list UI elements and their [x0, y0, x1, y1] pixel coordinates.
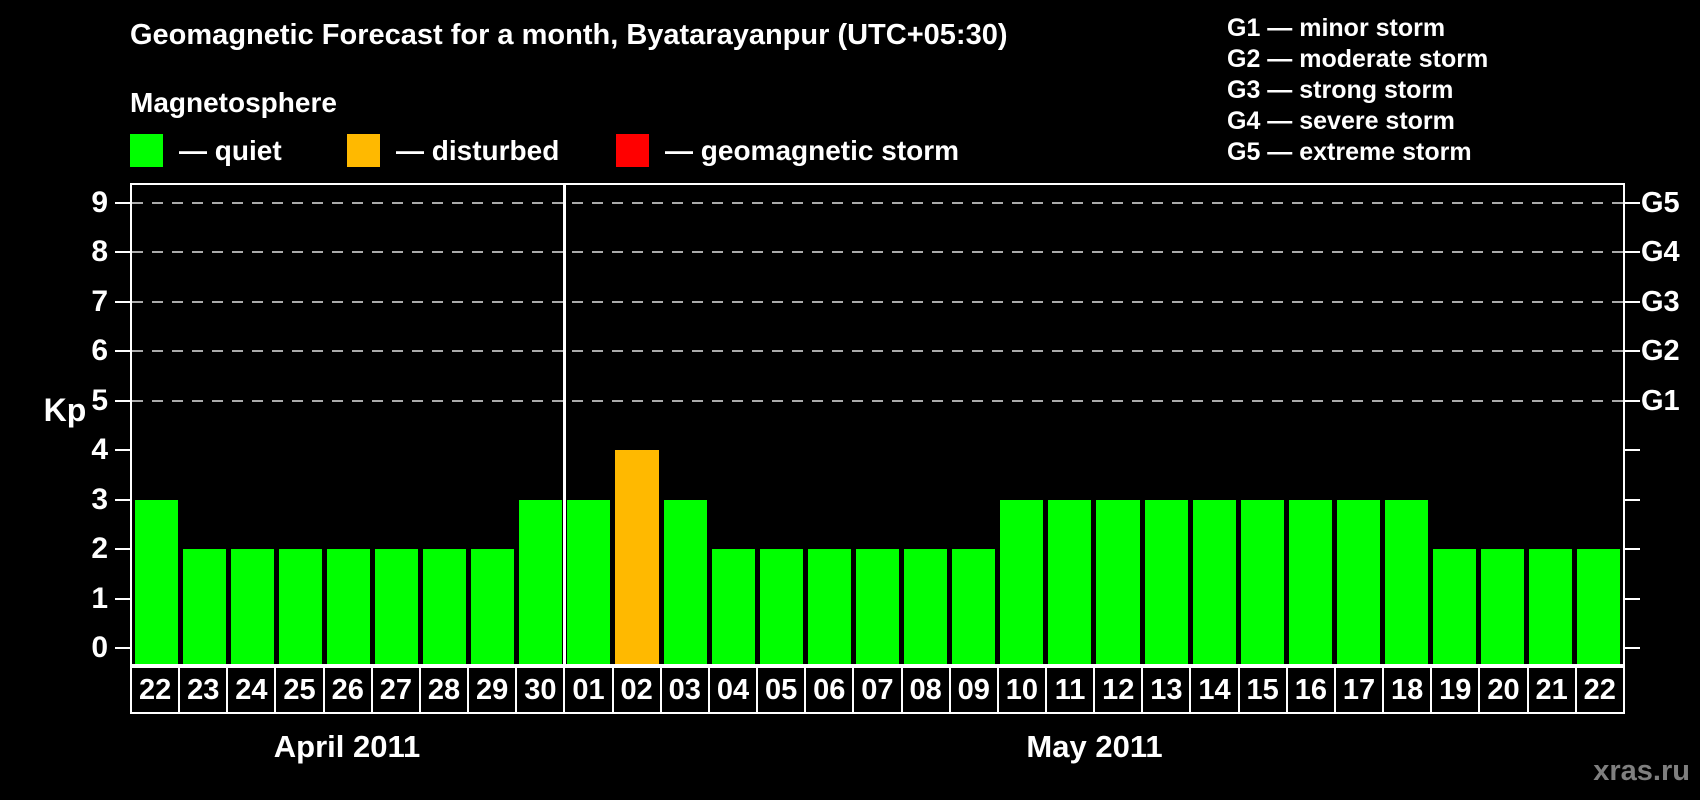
date-label: 10 — [996, 666, 1047, 714]
date-label: 14 — [1189, 666, 1240, 714]
date-label: 22 — [1574, 666, 1625, 714]
y-axis-tick-right — [1625, 201, 1640, 204]
date-label: 24 — [226, 666, 277, 714]
y-axis-tick-right — [1625, 647, 1640, 649]
date-label: 02 — [611, 666, 662, 714]
y-axis-tick-left — [115, 498, 130, 501]
y-axis-tick-label: 4 — [91, 433, 108, 466]
date-label: 06 — [804, 666, 855, 714]
month-axis: April 2011 May 2011 — [130, 724, 1625, 770]
date-label: 07 — [852, 666, 903, 714]
date-label: 11 — [1044, 666, 1096, 714]
y-axis-tick-label: 6 — [91, 334, 108, 367]
date-label: 19 — [1430, 666, 1481, 714]
g-level-label: G2 — [1641, 335, 1680, 367]
y-axis-tick-label: 3 — [91, 482, 108, 516]
date-label: 28 — [418, 666, 470, 714]
date-label: 29 — [467, 666, 518, 714]
y-axis-tick-right — [1625, 350, 1640, 352]
y-axis-tick-right — [1625, 498, 1640, 501]
date-label: 27 — [370, 666, 421, 714]
y-axis-tick-right — [1625, 251, 1640, 253]
date-label: 08 — [900, 666, 951, 714]
date-label: 20 — [1478, 666, 1529, 714]
date-label: 13 — [1141, 666, 1192, 714]
date-label: 12 — [1093, 666, 1144, 714]
date-label: 26 — [322, 666, 373, 714]
month-label-april: April 2011 — [273, 729, 421, 764]
y-axis-tick-right — [1625, 548, 1640, 550]
y-axis-tick-left — [115, 201, 130, 204]
y-axis-tick-right — [1625, 597, 1640, 600]
date-label: 01 — [563, 666, 614, 714]
month-label-may: May 2011 — [1026, 729, 1163, 764]
y-axis-tick-label: 7 — [91, 284, 108, 318]
y-axis-tick-label: 5 — [91, 383, 108, 417]
date-label: 09 — [948, 666, 999, 714]
y-axis-tick-left — [115, 300, 130, 303]
y-axis-tick-right — [1625, 449, 1640, 451]
g-level-label: G3 — [1641, 285, 1680, 318]
date-label: 30 — [515, 666, 566, 714]
date-label: 16 — [1285, 666, 1336, 714]
y-axis-tick-left — [115, 548, 130, 550]
date-label: 21 — [1526, 666, 1577, 714]
y-axis-tick-left — [115, 399, 130, 402]
y-axis-tick-left — [115, 597, 130, 600]
y-axis-tick-left — [115, 350, 130, 352]
y-axis-tick-right — [1625, 399, 1640, 402]
y-axis-tick-left — [115, 449, 130, 451]
y-axis-tick-label: 2 — [91, 532, 108, 565]
date-label: 03 — [659, 666, 710, 714]
y-axis-tick-label: 8 — [91, 235, 108, 268]
watermark: xras.ru — [1593, 755, 1690, 787]
date-label: 04 — [707, 666, 759, 714]
date-axis: 22 23 24 25 26 27 28 29 30 01 02 03 04 05 06 07 08 09 10 11… — [130, 666, 1625, 714]
y-axis-tick-label: 0 — [91, 631, 108, 664]
date-label: 22 — [130, 666, 181, 714]
date-label: 05 — [756, 666, 807, 714]
y-axis-tick-right — [1625, 300, 1640, 303]
y-axis-tick-left — [115, 647, 130, 649]
date-label: 18 — [1382, 666, 1433, 714]
y-axis-tick-left — [115, 251, 130, 253]
y-axis-tick-label: 1 — [91, 581, 108, 615]
geomagnetic-forecast-chart: Geomagnetic Forecast for a month, Byatar… — [0, 0, 1700, 800]
y-axis-tick-label: 9 — [91, 185, 108, 219]
date-label: 17 — [1333, 666, 1385, 714]
date-label: 23 — [178, 666, 229, 714]
date-label: 25 — [274, 666, 325, 714]
g-level-label: G5 — [1641, 186, 1680, 219]
g-level-label: G4 — [1641, 236, 1680, 268]
g-level-label: G1 — [1641, 384, 1680, 417]
date-label: 15 — [1237, 666, 1288, 714]
